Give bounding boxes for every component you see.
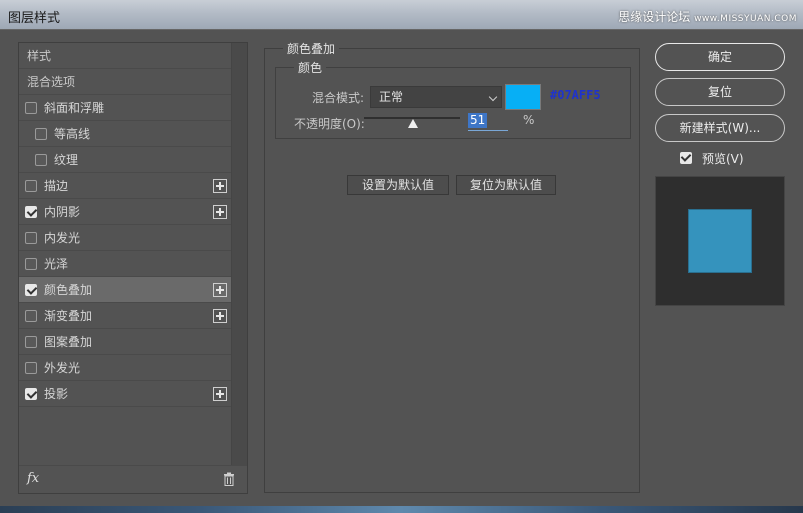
opacity-label: 不透明度(O): xyxy=(294,117,365,131)
style-list-label: 投影 xyxy=(44,387,69,401)
style-list-item[interactable]: 描边 xyxy=(19,173,231,199)
layer-style-dialog: 样式 混合选项 斜面和浮雕 等高线 纹理 描边 内阴影 内发光 光泽 颜色叠加 渐变叠加 图案叠加 外发… xyxy=(0,30,803,506)
style-list-item[interactable]: 外发光 xyxy=(19,355,231,381)
style-list-label: 混合选项 xyxy=(27,75,76,89)
opacity-input[interactable]: 51 xyxy=(468,113,508,131)
style-list-label: 渐变叠加 xyxy=(44,309,93,323)
style-list: 样式混合选项斜面和浮雕等高线纹理描边内阴影内发光光泽颜色叠加渐变叠加图案叠加外发… xyxy=(18,42,248,494)
style-list-item[interactable]: 内发光 xyxy=(19,225,231,251)
blend-mode-select[interactable]: 正常 xyxy=(370,86,502,108)
add-effect-icon[interactable] xyxy=(213,205,227,219)
window-title: 图层样式 xyxy=(8,11,61,26)
style-list-rows: 样式混合选项斜面和浮雕等高线纹理描边内阴影内发光光泽颜色叠加渐变叠加图案叠加外发… xyxy=(19,43,231,407)
add-effect-icon[interactable] xyxy=(213,283,227,297)
opacity-unit: % xyxy=(523,113,535,127)
set-default-button[interactable]: 设置为默认值 xyxy=(347,175,449,195)
style-list-item[interactable]: 内阴影 xyxy=(19,199,231,225)
style-checkbox[interactable] xyxy=(25,310,37,322)
style-list-item[interactable]: 渐变叠加 xyxy=(19,303,231,329)
style-list-label: 描边 xyxy=(44,179,69,193)
color-hex-text: #07AFF5 xyxy=(550,88,601,102)
style-list-label: 样式 xyxy=(27,49,52,63)
style-list-scrollbar[interactable] xyxy=(231,43,247,467)
style-checkbox[interactable] xyxy=(25,232,37,244)
style-checkbox[interactable] xyxy=(25,362,37,374)
preview-label: 预览(V) xyxy=(702,152,744,166)
blend-mode-value: 正常 xyxy=(379,90,404,104)
style-checkbox[interactable] xyxy=(25,388,37,400)
style-list-label: 纹理 xyxy=(54,153,79,167)
style-list-item[interactable]: 光泽 xyxy=(19,251,231,277)
reset-button[interactable]: 复位 xyxy=(655,78,785,106)
trash-icon[interactable] xyxy=(223,472,235,486)
watermark-url: www.MISSYUAN.COM xyxy=(694,14,797,24)
style-checkbox[interactable] xyxy=(25,102,37,114)
watermark-text: 思缘设计论坛 xyxy=(618,10,691,24)
preview-checkbox[interactable] xyxy=(680,152,692,164)
title-bar: 图层样式 思缘设计论坛 www.MISSYUAN.COM xyxy=(0,0,803,30)
color-overlay-panel: 颜色叠加 颜色 混合模式: 正常 #07AFF5 不透明度(O): 51 % 设… xyxy=(264,40,640,493)
preview-swatch xyxy=(688,209,752,273)
style-list-item[interactable]: 等高线 xyxy=(19,121,231,147)
style-checkbox[interactable] xyxy=(25,336,37,348)
style-list-item[interactable]: 纹理 xyxy=(19,147,231,173)
style-checkbox[interactable] xyxy=(25,180,37,192)
style-checkbox[interactable] xyxy=(25,206,37,218)
style-list-item[interactable]: 斜面和浮雕 xyxy=(19,95,231,121)
chevron-down-icon xyxy=(488,92,498,102)
style-list-label: 图案叠加 xyxy=(44,335,93,349)
style-list-item[interactable]: 图案叠加 xyxy=(19,329,231,355)
watermark: 思缘设计论坛 www.MISSYUAN.COM xyxy=(618,8,797,25)
section-title: 颜色叠加 xyxy=(283,40,340,57)
opacity-value: 51 xyxy=(468,113,488,128)
opacity-slider-thumb[interactable] xyxy=(407,119,418,128)
style-checkbox[interactable] xyxy=(25,258,37,270)
group-title: 颜色 xyxy=(294,59,327,76)
style-list-label: 斜面和浮雕 xyxy=(44,101,105,115)
style-list-label: 内发光 xyxy=(44,231,81,245)
color-swatch[interactable] xyxy=(505,84,541,110)
add-effect-icon[interactable] xyxy=(213,179,227,193)
window-bottom-edge xyxy=(0,506,803,513)
new-style-button[interactable]: 新建样式(W)... xyxy=(655,114,785,142)
style-checkbox[interactable] xyxy=(35,154,47,166)
fx-icon[interactable]: fx xyxy=(27,471,39,486)
add-effect-icon[interactable] xyxy=(213,309,227,323)
style-list-item[interactable]: 颜色叠加 xyxy=(19,277,231,303)
color-group: 颜色 混合模式: 正常 #07AFF5 不透明度(O): 51 % xyxy=(275,59,631,139)
style-list-label: 等高线 xyxy=(54,127,91,141)
style-list-label: 光泽 xyxy=(44,257,69,271)
style-list-label: 颜色叠加 xyxy=(44,283,93,297)
style-checkbox[interactable] xyxy=(35,128,47,140)
style-list-label: 内阴影 xyxy=(44,205,81,219)
preview-area xyxy=(655,176,785,306)
style-checkbox[interactable] xyxy=(25,284,37,296)
style-list-header[interactable]: 样式 xyxy=(19,43,231,69)
blend-mode-label: 混合模式: xyxy=(312,91,365,105)
ok-button[interactable]: 确定 xyxy=(655,43,785,71)
style-list-item[interactable]: 投影 xyxy=(19,381,231,407)
style-list-footer: fx xyxy=(19,465,247,493)
style-list-header[interactable]: 混合选项 xyxy=(19,69,231,95)
reset-default-button[interactable]: 复位为默认值 xyxy=(456,175,556,195)
add-effect-icon[interactable] xyxy=(213,387,227,401)
style-list-label: 外发光 xyxy=(44,361,81,375)
